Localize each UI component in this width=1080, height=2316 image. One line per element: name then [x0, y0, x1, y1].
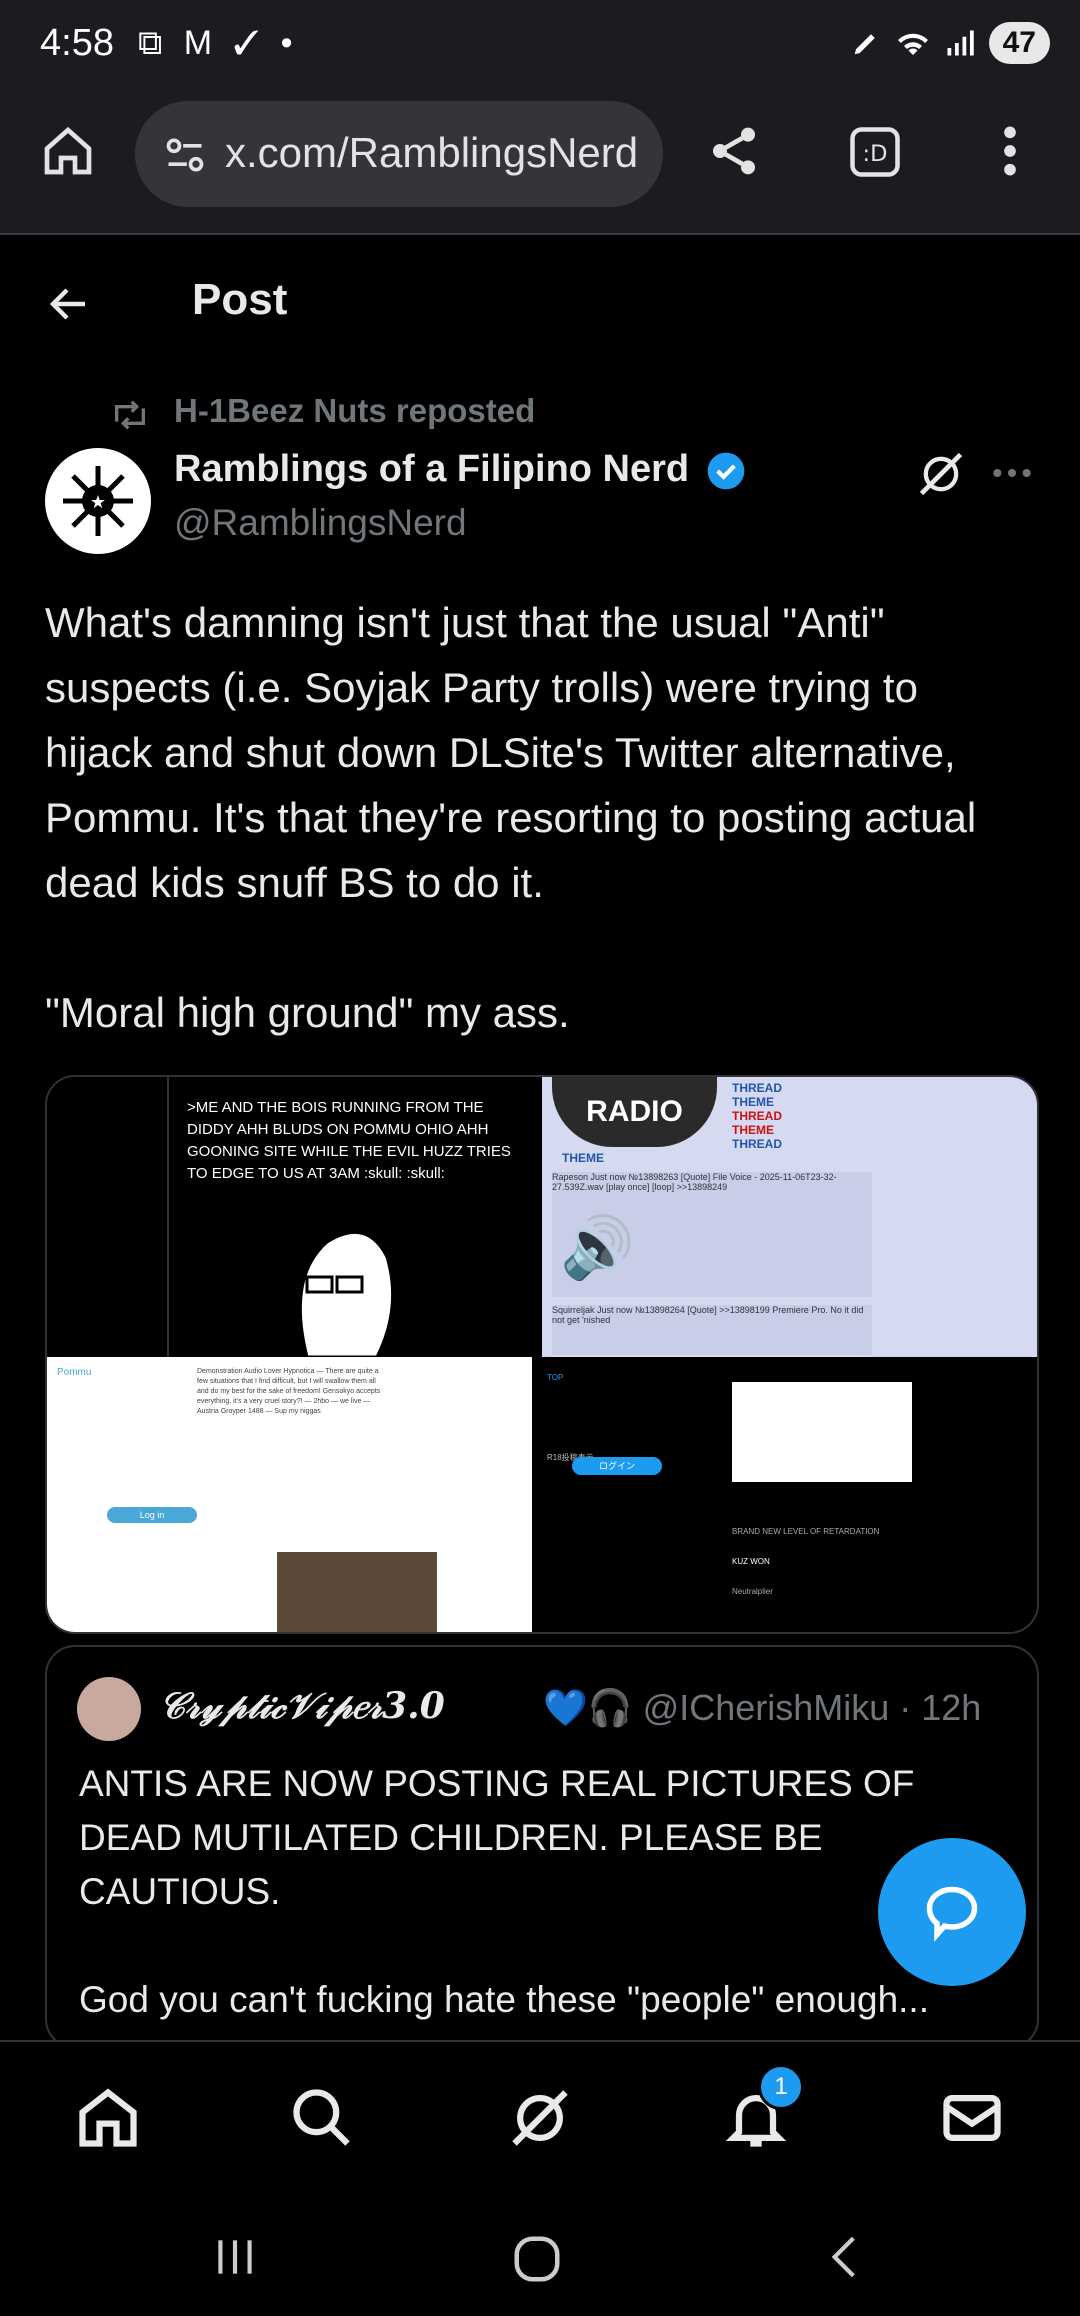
sun-logo-icon: ★	[63, 466, 133, 536]
author-name-row[interactable]: Ramblings of a Filipino Nerd	[174, 448, 746, 491]
quote-text-paragraph: God you can't fucking hate these "people…	[79, 1979, 929, 2020]
battery-indicator: 47	[988, 22, 1050, 64]
pommu-login-button: Log in	[107, 1507, 197, 1523]
soyjak-drawing-icon	[298, 1230, 395, 1357]
back-arrow-icon[interactable]	[45, 280, 93, 328]
photo-thumbnail	[277, 1552, 437, 1632]
repost-icon	[115, 400, 145, 430]
pommu-sidebar: Pommu	[57, 1367, 92, 1378]
post-text-paragraph: "Moral high ground" my ass.	[45, 989, 570, 1036]
status-time: 4:58	[40, 22, 114, 64]
media-image-1[interactable]: >ME AND THE BOIS RUNNING FROM THE DIDDY …	[47, 1077, 532, 1357]
quoted-post[interactable]: 𝒞𝓇𝓎𝓅𝓉𝒾𝒸𝒱𝒾𝓅𝑒𝓇3.0 💙🎧 @ICherishMiku · 12h A…	[45, 1645, 1039, 2049]
verified-badge-icon	[707, 452, 745, 490]
notification-icons: ⧉ M ✓ •	[138, 24, 299, 62]
tab-switcher-icon[interactable]: :D	[848, 125, 902, 179]
board-post-2: Squirreljak Just now №13898264 [Quote] >…	[552, 1305, 872, 1355]
quote-author-name: 𝒞𝓇𝓎𝓅𝓉𝒾𝒸𝒱𝒾𝓅𝑒𝓇3.0	[159, 1685, 445, 1727]
avatar[interactable]: ★	[45, 448, 151, 554]
post-header: Post	[0, 235, 1080, 365]
home-gesture-icon[interactable]	[510, 2232, 564, 2286]
signal-icon	[947, 30, 974, 56]
system-nav-bar	[0, 2192, 1080, 2316]
pommu-menu: TOP R18投稿表示	[547, 1373, 594, 1462]
reply-fab-button[interactable]	[878, 1838, 1026, 1986]
radio-logo: RADIO	[552, 1077, 717, 1147]
share-icon[interactable]	[706, 123, 762, 179]
notification-badge: 1	[758, 2064, 804, 2110]
status-bar: 4:58 ⧉ M ✓ • 47	[0, 0, 1080, 95]
svg-text::D: :D	[863, 141, 888, 167]
recent-apps-icon[interactable]	[210, 2232, 260, 2282]
url-bar[interactable]: x.com/RamblingsNerd	[135, 101, 663, 207]
bottom-nav	[0, 2040, 1080, 2192]
back-gesture-icon[interactable]	[820, 2232, 870, 2282]
grok-icon[interactable]	[506, 2084, 574, 2152]
post-text-paragraph: What's damning isn't just that the usual…	[45, 599, 977, 906]
meme-caption: >ME AND THE BOIS RUNNING FROM THE DIDDY …	[187, 1099, 511, 1182]
chat-bubble-icon	[926, 1886, 978, 1942]
more-options-icon[interactable]	[990, 458, 1034, 488]
post-body: What's damning isn't just that the usual…	[45, 590, 1035, 1110]
pommu-posts: BRAND NEW LEVEL OF RETARDATION KUZ WON N…	[732, 1527, 880, 1596]
page-title: Post	[192, 275, 288, 324]
pen-icon	[854, 34, 875, 55]
url-text: x.com/RamblingsNerd	[225, 129, 639, 176]
home-icon[interactable]	[40, 123, 96, 179]
browser-toolbar: x.com/RamblingsNerd :D	[0, 95, 1080, 235]
media-grid[interactable]: >ME AND THE BOIS RUNNING FROM THE DIDDY …	[45, 1075, 1039, 1634]
author-handle[interactable]: @RamblingsNerd	[174, 502, 467, 544]
home-icon[interactable]	[74, 2084, 142, 2152]
status-right: 47	[851, 22, 1050, 64]
author-name[interactable]: Ramblings of a Filipino Nerd	[174, 448, 689, 490]
drawing-thumbnail	[732, 1382, 912, 1482]
site-settings-icon[interactable]	[163, 133, 207, 177]
quote-text-paragraph: ANTIS ARE NOW POSTING REAL PICTURES OF D…	[79, 1763, 915, 1912]
quote-meta: 💙🎧 @ICherishMiku · 12h	[543, 1687, 982, 1728]
svg-text:★: ★	[90, 492, 106, 513]
menu-icon[interactable]	[990, 123, 1030, 179]
wifi-icon	[897, 33, 928, 55]
messages-icon[interactable]	[938, 2084, 1006, 2152]
thread-labels: THREAD THEME THREAD THEME THREAD	[732, 1081, 782, 1151]
quote-avatar[interactable]	[77, 1677, 141, 1741]
theme-label: THEME	[562, 1151, 604, 1165]
pommu-login-pill: ログイン	[572, 1457, 662, 1475]
search-icon[interactable]	[288, 2084, 356, 2152]
speaker-icon: 🔊	[560, 1214, 635, 1281]
grok-icon[interactable]	[915, 448, 967, 500]
pommu-feed: Demonstration Audio Lover Hypnotica — Th…	[197, 1368, 381, 1415]
reposted-by[interactable]: H-1Beez Nuts reposted	[174, 392, 535, 430]
media-image-4[interactable]: TOP R18投稿表示 ログイン BRAND NEW LEVEL OF RETA…	[532, 1357, 1037, 1632]
media-image-2[interactable]: RADIO THREAD THEME THREAD THEME THREAD T…	[542, 1077, 1037, 1357]
media-image-3[interactable]: Pommu Log in Demonstration Audio Lover H…	[47, 1357, 532, 1632]
